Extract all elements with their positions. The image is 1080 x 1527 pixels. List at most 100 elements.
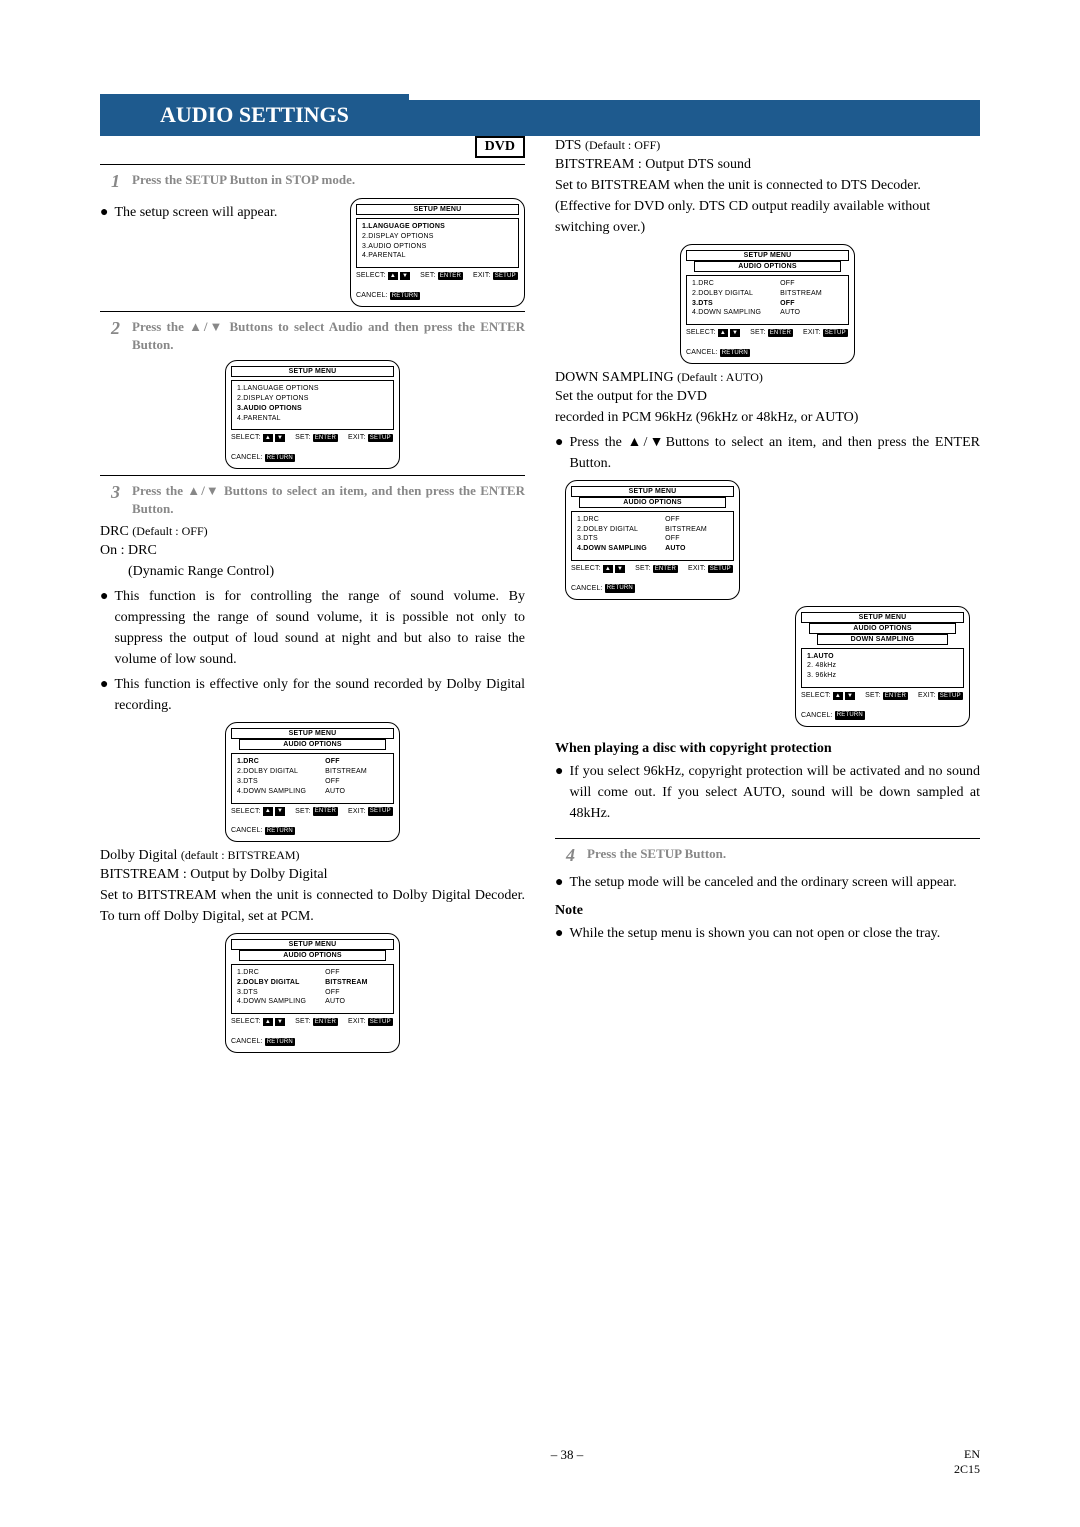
osd-item: 4.PARENTAL [362, 251, 513, 261]
osd-subtitle: AUDIO OPTIONS [809, 623, 956, 634]
bullet-text: The setup screen will appear. [114, 202, 277, 223]
bullet: ● Press the ▲/▼Buttons to select an item… [555, 432, 980, 474]
left-column: DVD 1 Press the SETUP Button in STOP mod… [100, 136, 525, 1059]
note-heading: Note [555, 903, 980, 919]
osd-item: 1.AUTO [807, 652, 958, 662]
bullet-text: Press the ▲/▼Buttons to select an item, … [569, 432, 980, 474]
dts-line1: BITSTREAM : Output DTS sound [555, 154, 980, 175]
bullet-dot: ● [555, 923, 563, 944]
ds-line2: recorded in PCM 96kHz (96kHz or 48kHz, o… [555, 407, 980, 428]
osd-audio-drc: SETUP MENU AUDIO OPTIONS 1.DRCOFF 2.DOLB… [225, 722, 400, 842]
osd-title: SETUP MENU [231, 728, 394, 739]
osd-setup-menu: SETUP MENU 1.LANGUAGE OPTIONS 2.DISPLAY … [350, 198, 525, 307]
osd-body: 1.DRCOFF 2.DOLBY DIGITALBITSTREAM 3.DTSO… [231, 753, 394, 803]
right-column: DTS (Default : OFF) BITSTREAM : Output D… [555, 136, 980, 1059]
dvd-badge: DVD [475, 136, 525, 158]
bullet-text: This function is for controlling the ran… [114, 586, 525, 670]
bullet-text: While the setup menu is shown you can no… [569, 923, 940, 944]
page-number: – 38 – [180, 1447, 954, 1477]
divider [555, 838, 980, 839]
dolby-line1: BITSTREAM : Output by Dolby Digital [100, 864, 525, 885]
osd-item: 3.AUDIO OPTIONS [237, 404, 388, 414]
bullet-dot: ● [100, 586, 108, 670]
bullet: ● While the setup menu is shown you can … [555, 923, 980, 944]
section-banner: AUDIO SETTINGS [100, 100, 980, 136]
osd-title: SETUP MENU [801, 612, 964, 623]
bullet-dot: ● [555, 432, 563, 474]
dts-heading: DTS (Default : OFF) [555, 138, 980, 154]
drc-on: On : DRC [100, 540, 525, 561]
step-4: 4 Press the SETUP Button. [555, 845, 980, 866]
osd-item: 2.DISPLAY OPTIONS [237, 394, 388, 404]
osd-item: 1.LANGUAGE OPTIONS [362, 222, 513, 232]
down-sampling-heading: DOWN SAMPLING (Default : AUTO) [555, 370, 980, 386]
step-number: 1 [100, 171, 120, 192]
divider [100, 311, 525, 312]
osd-subtitle: AUDIO OPTIONS [694, 261, 841, 272]
osd-footer: SELECT: ▲▼ SET: ENTER EXIT: SETUP CANCEL… [686, 328, 849, 358]
osd-title: SETUP MENU [356, 204, 519, 215]
bullet-text: If you select 96kHz, copyright protectio… [569, 761, 980, 824]
drc-subtitle: (Dynamic Range Control) [100, 561, 525, 582]
step-3: 3 Press the ▲/▼ Buttons to select an ite… [100, 482, 525, 518]
page-footer: – 38 – EN 2C15 [100, 1437, 980, 1487]
osd-setup-menu-audio-selected: SETUP MENU 1.LANGUAGE OPTIONS 2.DISPLAY … [225, 360, 400, 469]
section-title: AUDIO SETTINGS [100, 94, 409, 136]
bullet-dot: ● [555, 872, 563, 893]
osd-body: 1.DRCOFF 2.DOLBY DIGITALBITSTREAM 3.DTSO… [686, 275, 849, 325]
divider [100, 475, 525, 476]
bullet: ● The setup screen will appear. [100, 202, 338, 223]
bullet-text: The setup mode will be canceled and the … [569, 872, 956, 893]
osd-body: 1.LANGUAGE OPTIONS 2.DISPLAY OPTIONS 3.A… [356, 218, 519, 268]
osd-item: 1.LANGUAGE OPTIONS [237, 384, 388, 394]
bullet-dot: ● [100, 202, 108, 223]
osd-title: SETUP MENU [231, 939, 394, 950]
osd-body: 1.DRCOFF 2.DOLBY DIGITALBITSTREAM 3.DTSO… [231, 964, 394, 1014]
bullet: ● This function is for controlling the r… [100, 586, 525, 670]
osd-footer: SELECT: ▲▼ SET: ENTER EXIT: SETUP CANCEL… [231, 433, 394, 463]
bullet: ● The setup mode will be canceled and th… [555, 872, 980, 893]
osd-audio-dts: SETUP MENU AUDIO OPTIONS 1.DRCOFF 2.DOLB… [680, 244, 855, 364]
step-text: Press the ▲/▼ Buttons to select an item,… [132, 482, 525, 518]
osd-audio-dolby: SETUP MENU AUDIO OPTIONS 1.DRCOFF 2.DOLB… [225, 933, 400, 1053]
dts-line2: Set to BITSTREAM when the unit is connec… [555, 175, 980, 196]
osd-audio-down-sampling: SETUP MENU AUDIO OPTIONS 1.DRCOFF 2.DOLB… [565, 480, 740, 600]
osd-body: 1.LANGUAGE OPTIONS 2.DISPLAY OPTIONS 3.A… [231, 380, 394, 430]
bullet: ● This function is effective only for th… [100, 674, 525, 716]
osd-footer: SELECT: ▲▼ SET: ENTER EXIT: SETUP CANCEL… [571, 564, 734, 594]
dolby-line2: Set to BITSTREAM when the unit is connec… [100, 885, 525, 927]
step-text: Press the ▲/▼ Buttons to select Audio an… [132, 318, 525, 354]
osd-item: 4.PARENTAL [237, 414, 388, 424]
osd-footer: SELECT: ▲▼ SET: ENTER EXIT: SETUP CANCEL… [801, 691, 964, 721]
osd-item: 2. 48kHz [807, 661, 958, 671]
step-number: 2 [100, 318, 120, 354]
osd-subtitle: AUDIO OPTIONS [239, 739, 386, 750]
osd-subtitle: AUDIO OPTIONS [579, 497, 726, 508]
step-2: 2 Press the ▲/▼ Buttons to select Audio … [100, 318, 525, 354]
bullet-dot: ● [555, 761, 563, 824]
osd-footer: SELECT: ▲▼ SET: ENTER EXIT: SETUP CANCEL… [231, 1017, 394, 1047]
dts-line3: (Effective for DVD only. DTS CD output r… [555, 196, 980, 238]
bullet-dot: ● [100, 674, 108, 716]
osd-title: SETUP MENU [231, 366, 394, 377]
osd-item: 3. 96kHz [807, 671, 958, 681]
osd-title: SETUP MENU [686, 250, 849, 261]
osd-title: SETUP MENU [571, 486, 734, 497]
copyright-heading: When playing a disc with copyright prote… [555, 741, 980, 757]
osd-item: 2.DISPLAY OPTIONS [362, 232, 513, 242]
step-text: Press the SETUP Button. [587, 845, 726, 866]
osd-footer: SELECT: ▲▼ SET: ENTER EXIT: SETUP CANCEL… [231, 807, 394, 837]
osd-body: 1.DRCOFF 2.DOLBY DIGITALBITSTREAM 3.DTSO… [571, 511, 734, 561]
ds-line1: Set the output for the DVD [555, 386, 980, 407]
step-number: 4 [555, 845, 575, 866]
bullet-text: This function is effective only for the … [114, 674, 525, 716]
osd-subtitle: AUDIO OPTIONS [239, 950, 386, 961]
osd-footer: SELECT: ▲▼ SET: ENTER EXIT: SETUP CANCEL… [356, 271, 519, 301]
step-number: 3 [100, 482, 120, 518]
bullet: ● If you select 96kHz, copyright protect… [555, 761, 980, 824]
drc-heading: DRC (Default : OFF) [100, 524, 525, 540]
osd-item: 3.AUDIO OPTIONS [362, 242, 513, 252]
divider [100, 164, 525, 165]
step-1: 1 Press the SETUP Button in STOP mode. [100, 171, 525, 192]
dolby-heading: Dolby Digital (default : BITSTREAM) [100, 848, 525, 864]
